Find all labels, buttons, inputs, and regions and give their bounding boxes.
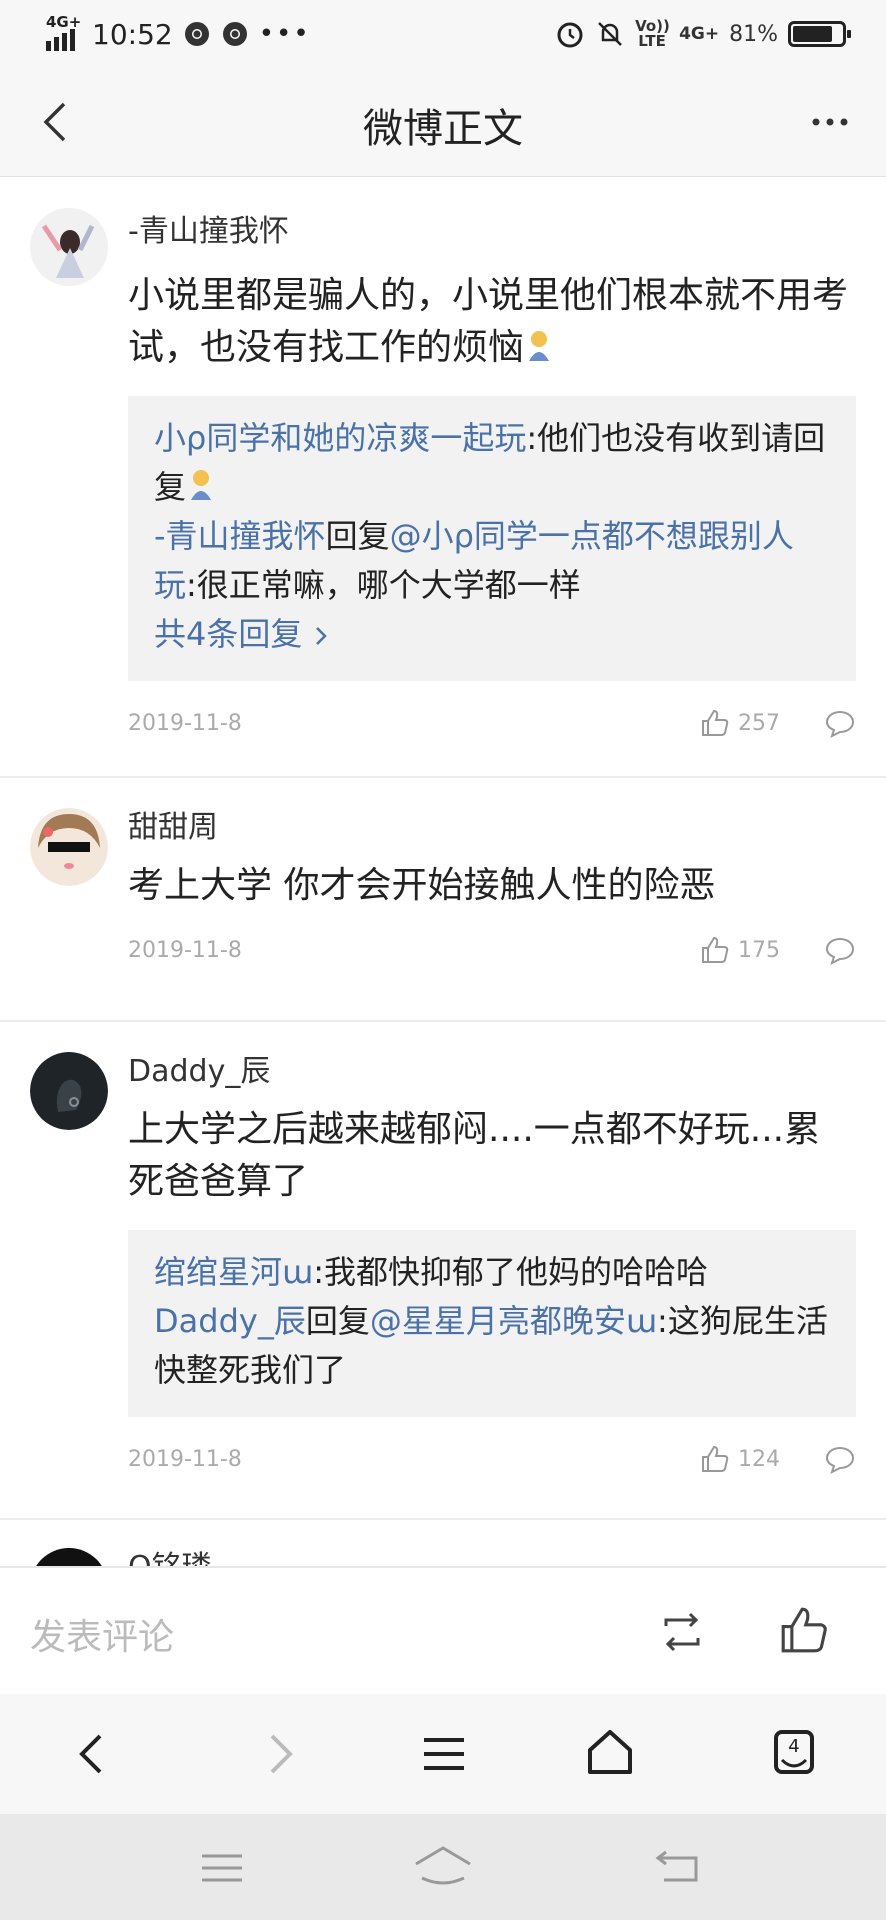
status-bar: 4G+ 10:52 ••• Vo)) LTE 4G+ 81% [0, 0, 886, 68]
like-button[interactable]: 124 [700, 1444, 780, 1474]
signal-icon: 4G+ [46, 13, 82, 51]
comment-text: 考上大学 你才会开始接触人性的险恶 [128, 865, 716, 906]
chevron-right-icon [315, 627, 327, 645]
battery-icon [788, 21, 851, 47]
like-count: 257 [738, 710, 780, 736]
recent-apps-icon[interactable] [198, 1844, 246, 1892]
more-dots-icon [812, 118, 848, 126]
comment-username[interactable]: 甜甜周 [128, 808, 856, 848]
comment-date: 2019-11-8 [128, 1446, 242, 1472]
page-title: 微博正文 [363, 106, 523, 152]
tab-count: 4 [788, 1736, 800, 1757]
more-notifications-icon: ••• [258, 19, 311, 49]
home-icon[interactable] [582, 1724, 638, 1780]
comment-action-bar: 发表评论 [0, 1566, 886, 1696]
comment-username[interactable]: Q铭璘 [128, 1548, 856, 1566]
thumbs-up-icon [702, 936, 729, 963]
system-home-icon[interactable] [412, 1842, 474, 1890]
reply-word: 回复 [305, 1302, 370, 1340]
comment-icon[interactable] [824, 1444, 856, 1474]
repost-icon[interactable] [656, 1606, 708, 1658]
comment-icon[interactable] [824, 935, 856, 965]
comment-username[interactable]: Daddy_辰 [128, 1052, 856, 1092]
reply-box: 绾绾星河ɯ:我都快抑郁了他妈的哈哈哈 Daddy_辰回复@星星月亮都晚安ɯ:这狗… [128, 1230, 856, 1417]
back-arrow-icon[interactable] [66, 1726, 122, 1782]
comment-text: 上大学之后越来越郁闷....一点都不好玩...累死爸爸算了 [128, 1109, 821, 1202]
comment-item: -青山撞我怀 小说里都是骗人的，小说里他们根本就不用考试，也没有找工作的烦恼 小… [0, 176, 886, 778]
avatar[interactable] [30, 808, 108, 886]
comment-input[interactable]: 发表评论 [30, 1608, 174, 1660]
reply-text: :我都快抑郁了他妈的哈哈哈 [313, 1253, 708, 1291]
reply-text: :很正常嘛，哪个大学都一样 [186, 566, 581, 604]
thumbs-up-icon [702, 709, 729, 736]
more-replies-label: 共4条回复 [154, 615, 303, 653]
network-type-2: 4G+ [679, 24, 720, 44]
reply-author[interactable]: 小ρ同学和她的凉爽一起玩 [154, 419, 526, 457]
system-back-icon[interactable] [652, 1842, 704, 1890]
reply-box: 小ρ同学和她的凉爽一起玩:他们也没有收到请回复 -青山撞我怀回复@小ρ同学一点都… [128, 396, 856, 681]
reply-item: -青山撞我怀回复@小ρ同学一点都不想跟别人玩:很正常嘛，哪个大学都一样 [154, 512, 830, 610]
like-post-icon[interactable] [778, 1604, 830, 1656]
reply-item: 绾绾星河ɯ:我都快抑郁了他妈的哈哈哈 [154, 1248, 830, 1297]
comment-item: 甜甜周 考上大学 你才会开始接触人性的险恶 2019-11-8 175 [0, 778, 886, 1022]
tabs-button[interactable]: 4 [766, 1724, 822, 1780]
reply-item: 小ρ同学和她的凉爽一起玩:他们也没有收到请回复 [154, 414, 830, 512]
browser-nav-bar: 4 [0, 1694, 886, 1814]
chrome-icon [222, 22, 247, 46]
reply-author[interactable]: 绾绾星河ɯ [154, 1253, 313, 1291]
chrome-icon [184, 22, 209, 46]
system-nav-bar [0, 1814, 886, 1920]
reply-item: Daddy_辰回复@星星月亮都晚安ɯ:这狗屁生活快整死我们了 [154, 1297, 830, 1395]
like-button[interactable]: 257 [700, 708, 780, 738]
comment-date: 2019-11-8 [128, 710, 242, 736]
comment-icon[interactable] [824, 708, 856, 738]
comment-username[interactable]: -青山撞我怀 [128, 212, 856, 252]
forward-arrow-icon[interactable] [250, 1726, 306, 1782]
like-count: 175 [738, 937, 780, 963]
comment-text-content: 小说里都是骗人的，小说里他们根本就不用考试，也没有找工作的烦恼 [128, 275, 849, 368]
reply-word: 回复 [325, 517, 390, 555]
reply-author[interactable]: -青山撞我怀 [154, 517, 326, 555]
avatar[interactable] [30, 1052, 108, 1130]
menu-icon[interactable] [416, 1726, 472, 1782]
more-button[interactable] [800, 92, 860, 152]
clock: 10:52 [92, 17, 173, 51]
emoji-icon [529, 331, 550, 361]
mute-icon [598, 22, 622, 46]
reply-author[interactable]: Daddy_辰 [154, 1302, 306, 1340]
battery-percent: 81% [729, 21, 778, 47]
reply-mention[interactable]: @星星月亮都晚安ɯ [370, 1302, 657, 1340]
volte-indicator: Vo)) LTE [635, 17, 670, 50]
alarm-icon [557, 22, 583, 48]
like-button[interactable]: 175 [700, 935, 780, 965]
comment-item: Q铭璘 [0, 1520, 886, 1566]
comment-list: -青山撞我怀 小说里都是骗人的，小说里他们根本就不用考试，也没有找工作的烦恼 小… [0, 176, 886, 1566]
like-count: 124 [738, 1446, 780, 1472]
thumbs-up-icon [702, 1445, 729, 1472]
comment-date: 2019-11-8 [128, 937, 242, 963]
more-replies-link[interactable]: 共4条回复 [154, 610, 830, 659]
page-header: 微博正文 [0, 68, 886, 177]
avatar[interactable] [30, 208, 108, 286]
emoji-icon [191, 470, 212, 500]
avatar[interactable] [30, 1548, 108, 1566]
comment-item: Daddy_辰 上大学之后越来越郁闷....一点都不好玩...累死爸爸算了 绾绾… [0, 1022, 886, 1520]
comment-text: 小说里都是骗人的，小说里他们根本就不用考试，也没有找工作的烦恼 [128, 270, 856, 374]
